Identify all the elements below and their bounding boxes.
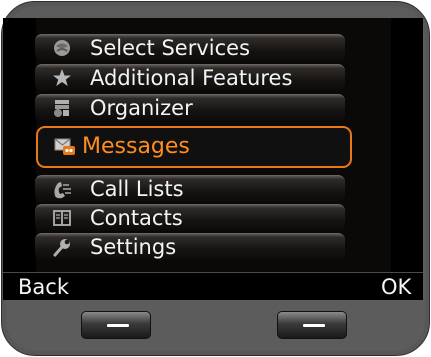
menu-item-contacts[interactable]: Contacts: [35, 204, 345, 231]
minus-icon: [303, 324, 325, 327]
menu-item-label: Messages: [82, 134, 190, 159]
menu-item-label: Additional Features: [90, 65, 293, 90]
menu-item-messages[interactable]: Messages: [36, 126, 352, 168]
menu-item-label: Contacts: [90, 205, 183, 230]
menu-item-label: Organizer: [90, 95, 193, 120]
menu-item-select-services[interactable]: Select Services: [35, 34, 345, 61]
select-services-icon: [51, 37, 73, 59]
menu-item-label: Call Lists: [90, 176, 184, 201]
contacts-book-icon: [51, 207, 73, 229]
right-hardware-button[interactable]: [277, 311, 347, 339]
star-icon: [51, 67, 73, 89]
minus-icon: [107, 324, 129, 327]
menu-item-label: Select Services: [90, 35, 251, 60]
menu-item-additional-features[interactable]: Additional Features: [35, 64, 345, 91]
softkey-ok[interactable]: OK: [381, 275, 411, 299]
display-screen: Select Services Additional Features Orga…: [3, 18, 423, 300]
settings-wrench-icon: [51, 236, 73, 258]
softkey-back[interactable]: Back: [18, 275, 69, 299]
menu-item-call-lists[interactable]: Call Lists: [35, 175, 345, 202]
messages-icon: [54, 136, 76, 158]
softkey-bar: Back OK: [3, 272, 423, 300]
menu-item-organizer[interactable]: Organizer: [35, 94, 345, 121]
menu-item-label: Settings: [90, 234, 177, 259]
menu-item-settings[interactable]: Settings: [35, 233, 345, 260]
organizer-icon: [51, 97, 73, 119]
call-lists-icon: [51, 178, 73, 200]
left-hardware-button[interactable]: [81, 311, 151, 339]
